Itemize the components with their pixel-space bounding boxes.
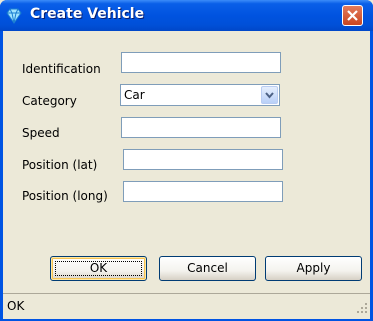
ok-button-label: OK	[89, 261, 108, 275]
chevron-down-icon	[265, 92, 274, 99]
position-long-input[interactable]	[123, 181, 283, 202]
position-lat-label: Position (lat)	[22, 158, 98, 172]
apply-button-label: Apply	[296, 261, 331, 275]
apply-button[interactable]: Apply	[265, 256, 362, 281]
category-label: Category	[22, 94, 77, 108]
identification-input[interactable]	[121, 52, 281, 73]
status-text: OK	[7, 299, 25, 313]
dialog-window: Create Vehicle Identification Category C…	[0, 0, 373, 321]
position-long-label: Position (long)	[22, 189, 108, 203]
title-bar[interactable]: Create Vehicle	[0, 0, 373, 31]
identification-label: Identification	[22, 62, 101, 76]
close-icon	[347, 10, 358, 21]
status-bar: OK	[3, 293, 370, 319]
position-lat-input[interactable]	[123, 149, 283, 170]
speed-input[interactable]	[121, 117, 281, 138]
speed-label: Speed	[22, 126, 60, 140]
cancel-button[interactable]: Cancel	[159, 256, 256, 281]
cancel-button-label: Cancel	[187, 261, 228, 275]
ok-button[interactable]: OK	[50, 256, 147, 281]
close-button[interactable]	[342, 5, 363, 26]
diamond-icon	[6, 8, 22, 24]
resize-grip-icon[interactable]	[356, 302, 368, 317]
category-select[interactable]: Car	[120, 84, 280, 106]
window-title: Create Vehicle	[30, 6, 145, 22]
category-selected-value: Car	[124, 88, 145, 102]
category-dropdown-button[interactable]	[261, 86, 278, 104]
